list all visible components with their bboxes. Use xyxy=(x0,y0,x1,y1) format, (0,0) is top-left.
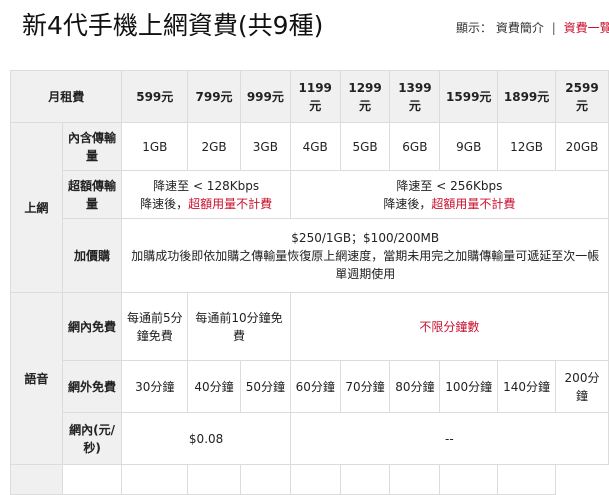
table-cell xyxy=(61,464,123,495)
offnet-free-cell: 200分鐘 xyxy=(555,360,609,413)
included-data-cell: 5GB xyxy=(339,122,391,171)
onnet-free-unlimited: 不限分鐘數 xyxy=(289,292,609,361)
plan-price: 2599元 xyxy=(555,70,609,123)
plan-price: 799元 xyxy=(187,70,241,123)
detail-view-link[interactable]: 資費一覽表 xyxy=(564,21,609,35)
plan-price: 999元 xyxy=(239,70,291,123)
offnet-free-cell: 40分鐘 xyxy=(187,360,241,413)
offnet-free-cell: 70分鐘 xyxy=(339,360,391,413)
included-data-row: 上網 內含傳輸量 1GB 2GB 3GB 4GB 5GB 6GB 9GB 12G… xyxy=(10,122,609,293)
plan-price: 1399元 xyxy=(389,70,441,123)
offnet-free-row: 網外免費 30分鐘 40分鐘 50分鐘 60分鐘 70分鐘 80分鐘 100分鐘… xyxy=(11,360,609,413)
data-section-label: 上網 xyxy=(10,122,63,293)
offnet-free-cell: 60分鐘 xyxy=(289,360,341,413)
plan-price: 1899元 xyxy=(497,70,556,123)
overage-low-prefix: 降速後， xyxy=(140,196,189,211)
overage-row: 超額傳輸量 降速至 < 128Kbps 降速後，超額用量不計費 降速至 < 25… xyxy=(11,170,609,219)
table-row xyxy=(10,464,609,495)
offnet-free-label: 網外免費 xyxy=(61,360,123,413)
view-separator: | xyxy=(551,21,556,35)
onnet-rate-label: 網內(元/秒) xyxy=(61,412,123,465)
onnet-free-label: 網內免費 xyxy=(61,292,123,361)
included-data-cell: 6GB xyxy=(389,122,441,171)
onnet-rate-row: 網內(元/秒) $0.08 -- xyxy=(11,412,609,465)
offnet-free-cell: 140分鐘 xyxy=(497,360,556,413)
overage-high-note: 降速後，超額用量不計費 xyxy=(295,195,604,213)
included-data-cell: 12GB xyxy=(497,122,556,171)
addon-cell: $250/1GB；$100/200MB 加購成功後即依加購之傳輸量恢復原上網速度… xyxy=(121,218,609,293)
included-data-cell: 2GB xyxy=(187,122,241,171)
overage-low-warning: 超額用量不計費 xyxy=(188,196,273,211)
offnet-free-cell: 100分鐘 xyxy=(439,360,499,413)
overage-low-speed: 降速至 < 128Kbps xyxy=(153,178,260,193)
included-data-cell: 20GB xyxy=(555,122,609,171)
voice-section-label: 語音 xyxy=(10,292,63,465)
table-cell xyxy=(289,464,341,495)
onnet-rate-high: -- xyxy=(289,412,609,465)
page-title: 新4代手機上網資費(共9種) xyxy=(22,11,324,40)
rate-table: 月租費 599元 799元 999元 1199元 1299元 1399元 159… xyxy=(9,70,609,495)
overage-high-tier: 降速至 < 256Kbps 降速後，超額用量不計費 xyxy=(289,170,609,219)
table-cell xyxy=(389,464,441,495)
addon-price: $250/1GB；$100/200MB xyxy=(291,230,440,245)
offnet-free-cell: 80分鐘 xyxy=(389,360,441,413)
included-data-cell: 9GB xyxy=(439,122,499,171)
addon-label: 加價購 xyxy=(61,218,123,293)
included-data-label: 內含傳輸量 xyxy=(61,122,123,171)
table-cell xyxy=(187,464,241,495)
table-cell xyxy=(121,464,189,495)
onnet-rate-low: $0.08 xyxy=(121,412,291,465)
overage-high-warning: 超額用量不計費 xyxy=(431,196,516,211)
table-cell xyxy=(497,464,556,495)
monthly-fee-row: 月租費 599元 799元 999元 1199元 1299元 1399元 159… xyxy=(9,70,609,123)
view-switcher: 顯示： 資費簡介 | 資費一覽表 xyxy=(456,20,609,36)
overage-high-prefix: 降速後， xyxy=(383,196,432,211)
offnet-free-cell: 30分鐘 xyxy=(121,360,189,413)
onnet-free-row: 語音 網內免費 每通前5分鐘免費 每通前10分鐘免費 不限分鐘數 xyxy=(10,292,609,465)
addon-row: 加價購 $250/1GB；$100/200MB 加購成功後即依加購之傳輸量恢復原… xyxy=(11,218,609,293)
onnet-free-cell: 每通前5分鐘免費 xyxy=(121,292,189,361)
row-label xyxy=(10,464,63,495)
overage-label: 超額傳輸量 xyxy=(61,170,123,219)
table-cell xyxy=(239,464,291,495)
included-data-cell: 3GB xyxy=(239,122,291,171)
onnet-free-cell: 每通前10分鐘免費 xyxy=(187,292,291,361)
plan-price: 599元 xyxy=(121,70,189,123)
summary-view-link[interactable]: 資費簡介 xyxy=(496,21,544,35)
plan-price: 1599元 xyxy=(439,70,499,123)
table-cell xyxy=(339,464,391,495)
display-label: 顯示： xyxy=(456,21,493,35)
monthly-fee-label: 月租費 xyxy=(9,70,123,123)
plan-price: 1199元 xyxy=(289,70,341,123)
overage-low-note: 降速後，超額用量不計費 xyxy=(126,195,285,213)
included-data-cell: 1GB xyxy=(121,122,189,171)
plan-price: 1299元 xyxy=(339,70,391,123)
overage-low-tier: 降速至 < 128Kbps 降速後，超額用量不計費 xyxy=(121,170,291,219)
addon-description: 加購成功後即依加購之傳輸量恢復原上網速度，當期未用完之加購傳輸量可遞延至次一帳單… xyxy=(131,248,600,281)
overage-high-speed: 降速至 < 256Kbps xyxy=(396,178,503,193)
included-data-cell: 4GB xyxy=(289,122,341,171)
offnet-free-cell: 50分鐘 xyxy=(239,360,291,413)
table-cell xyxy=(439,464,499,495)
